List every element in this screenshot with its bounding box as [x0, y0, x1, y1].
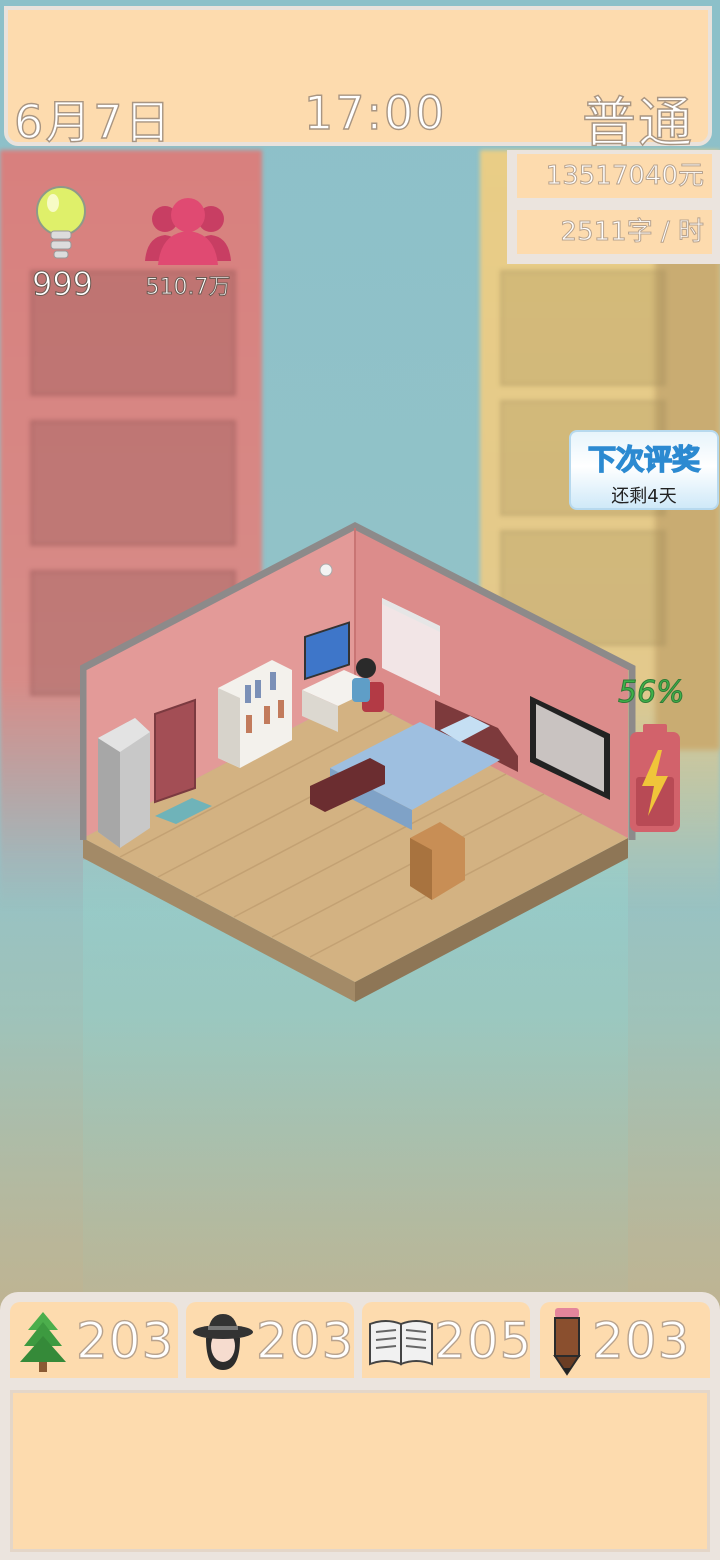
energy-percent: 56% [618, 675, 686, 711]
fans-value: 510.7万 [145, 275, 231, 301]
attribute-knowledge[interactable]: 205 [362, 1302, 533, 1378]
building-window [500, 270, 666, 386]
bottom-panel: 203 203 205 203 [0, 1292, 720, 1560]
money-value: 13517040元 [517, 154, 712, 198]
tree-icon [20, 1312, 66, 1372]
book-icon [369, 1320, 433, 1366]
attribute-value: 203 [75, 1311, 175, 1370]
person-hat-icon [193, 1314, 253, 1370]
message-area [10, 1390, 710, 1552]
fans-stat[interactable]: 510.7万 [138, 195, 238, 305]
game-time: 17:00 [303, 85, 447, 140]
game-date: 6月7日 [13, 94, 173, 149]
attribute-writing[interactable]: 203 [540, 1302, 710, 1378]
pencil-icon [553, 1308, 581, 1376]
award-days-left: 还剩4天 [611, 486, 677, 507]
isometric-room[interactable] [80, 520, 640, 1010]
inspiration-value: 999 [31, 265, 94, 304]
award-countdown-button[interactable]: 下次评奖 还剩4天 [569, 430, 719, 510]
stats-panel: 13517040元 2511字 / 时 [507, 150, 720, 264]
difficulty-label: 普通 [581, 90, 694, 154]
top-status-bar: 6月7日 17:00 普通 [4, 6, 712, 155]
room-door[interactable] [154, 698, 196, 804]
wall-clock[interactable] [319, 563, 333, 577]
people-icon [145, 198, 231, 265]
battery-bolt-icon[interactable] [628, 724, 682, 836]
award-title: 下次评奖 [587, 442, 701, 477]
attribute-nature[interactable]: 203 [10, 1302, 178, 1378]
air-conditioner[interactable] [98, 718, 150, 848]
attribute-value: 205 [433, 1311, 533, 1370]
writing-speed-value: 2511字 / 时 [517, 210, 712, 254]
lightbulb-icon [36, 186, 86, 259]
attribute-value: 203 [255, 1311, 355, 1370]
attribute-character[interactable]: 203 [186, 1302, 354, 1378]
attribute-value: 203 [591, 1311, 691, 1370]
inspiration-stat[interactable]: 999 [20, 185, 105, 305]
